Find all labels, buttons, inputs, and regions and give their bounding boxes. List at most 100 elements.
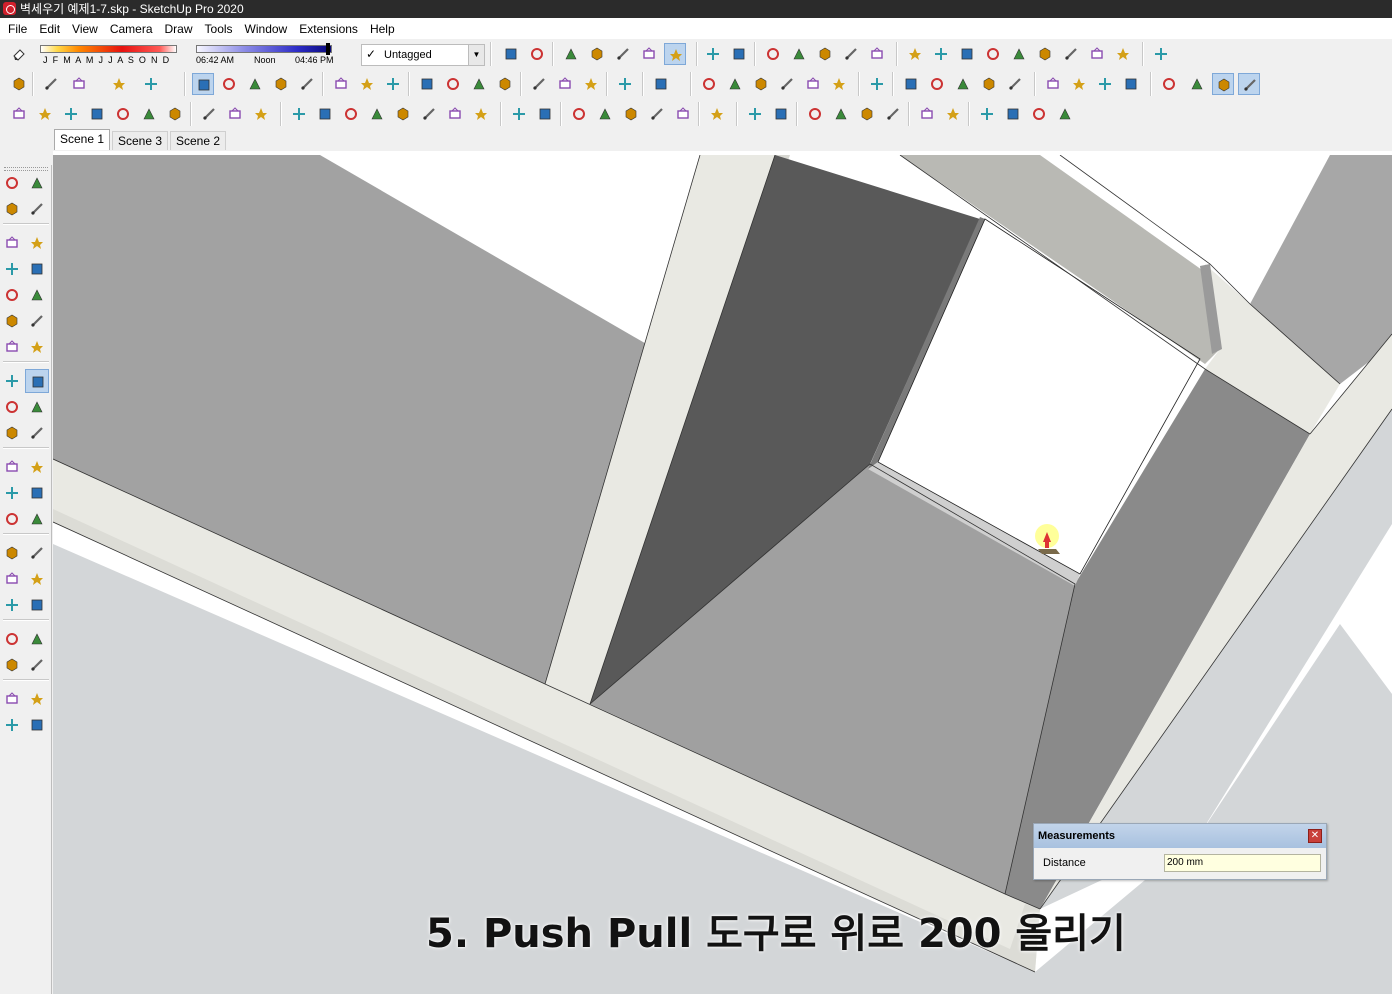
scene-tab-1[interactable]: Scene 1	[54, 129, 111, 150]
toolbar-button[interactable]	[314, 103, 336, 125]
toolbar-button[interactable]	[1042, 73, 1064, 95]
left-tool-button[interactable]	[0, 309, 24, 333]
menu-camera[interactable]: Camera	[104, 19, 159, 39]
toolbar-button[interactable]	[770, 103, 792, 125]
menu-file[interactable]: File	[2, 19, 33, 39]
toolbar-button[interactable]	[706, 103, 728, 125]
toolbar-button[interactable]	[1158, 73, 1180, 95]
toolbar-button[interactable]	[804, 103, 826, 125]
toolbar-button[interactable]	[382, 73, 404, 95]
left-tool-button[interactable]	[25, 481, 49, 505]
toolbar-button[interactable]	[470, 103, 492, 125]
toolbar-button[interactable]	[528, 73, 550, 95]
toolbar-button[interactable]	[646, 103, 668, 125]
toolbar-button[interactable]	[356, 73, 378, 95]
toolbar-button[interactable]	[534, 103, 556, 125]
left-tool-button[interactable]	[0, 257, 24, 281]
toolbar-button[interactable]	[140, 73, 162, 95]
toolbar-button[interactable]	[60, 103, 82, 125]
left-tool-button[interactable]	[0, 231, 24, 255]
toolbar-button[interactable]	[8, 73, 30, 95]
toolbar-button[interactable]	[1008, 43, 1030, 65]
toolbar-button[interactable]	[672, 103, 694, 125]
push-pull-button[interactable]	[192, 73, 214, 95]
toolbar-button[interactable]	[762, 43, 784, 65]
toolbar-button[interactable]	[554, 73, 576, 95]
toolbar-button[interactable]	[218, 73, 240, 95]
toolbar-button[interactable]	[468, 73, 490, 95]
toolbar-button[interactable]	[750, 73, 772, 95]
toolbar-button[interactable]	[1238, 73, 1260, 95]
toolbar-button[interactable]	[164, 103, 186, 125]
toolbar-button[interactable]	[1068, 73, 1090, 95]
shadow-toggle-button[interactable]	[8, 43, 30, 65]
toolbar-button[interactable]	[830, 103, 852, 125]
toolbar-button[interactable]	[1060, 43, 1082, 65]
menu-extensions[interactable]: Extensions	[293, 19, 364, 39]
left-push-pull-button[interactable]	[25, 369, 49, 393]
toolbar-button[interactable]	[866, 73, 888, 95]
toolbar-button[interactable]	[340, 103, 362, 125]
left-tool-button[interactable]	[25, 593, 49, 617]
toolbar-button[interactable]	[1002, 103, 1024, 125]
toolbar-button[interactable]	[900, 73, 922, 95]
left-tool-button[interactable]	[0, 593, 24, 617]
left-tool-button[interactable]	[0, 541, 24, 565]
toolbar-button[interactable]	[866, 43, 888, 65]
scene-tab-3[interactable]: Scene 3	[112, 131, 169, 150]
left-tool-button[interactable]	[0, 653, 24, 677]
toolbar-button[interactable]	[8, 103, 30, 125]
menu-edit[interactable]: Edit	[33, 19, 66, 39]
left-tool-button[interactable]	[25, 567, 49, 591]
toolbar-button[interactable]	[620, 103, 642, 125]
left-tool-button[interactable]	[0, 713, 24, 737]
left-tool-button[interactable]	[25, 231, 49, 255]
toolbar-button[interactable]	[638, 43, 660, 65]
toolbar-button[interactable]	[444, 103, 466, 125]
menu-view[interactable]: View	[66, 19, 104, 39]
toolbar-button[interactable]	[614, 73, 636, 95]
toolbar-button[interactable]	[802, 73, 824, 95]
toolbar-button[interactable]	[882, 103, 904, 125]
toolbar-button[interactable]	[956, 43, 978, 65]
left-tool-button[interactable]	[0, 197, 24, 221]
toolbar-button[interactable]	[1034, 43, 1056, 65]
close-icon[interactable]: ✕	[1308, 829, 1322, 843]
toolbar-button[interactable]	[1120, 73, 1142, 95]
menu-draw[interactable]: Draw	[159, 19, 199, 39]
toolbar-button[interactable]	[366, 103, 388, 125]
distance-input[interactable]: 200 mm	[1164, 854, 1321, 872]
toolbar-button[interactable]	[856, 103, 878, 125]
left-tool-button[interactable]	[0, 335, 24, 359]
toolbar-button[interactable]	[526, 43, 548, 65]
toolbar-button[interactable]	[702, 43, 724, 65]
time-slider[interactable]	[196, 45, 332, 53]
left-tool-button[interactable]	[25, 627, 49, 651]
toolbar-button[interactable]	[612, 43, 634, 65]
toolbar-button[interactable]	[744, 103, 766, 125]
toolbar-button[interactable]	[244, 73, 266, 95]
toolbar-button[interactable]	[828, 73, 850, 95]
left-tool-button[interactable]	[0, 687, 24, 711]
left-tool-button[interactable]	[25, 171, 49, 195]
toolbar-button[interactable]	[108, 73, 130, 95]
toolbar-button[interactable]	[442, 73, 464, 95]
left-tool-button[interactable]	[0, 283, 24, 307]
left-tool-button[interactable]	[25, 257, 49, 281]
left-tool-button[interactable]	[0, 455, 24, 479]
left-tool-button[interactable]	[0, 481, 24, 505]
toolbar-button[interactable]	[814, 43, 836, 65]
toolbar-button[interactable]	[40, 73, 62, 95]
left-tool-button[interactable]	[25, 507, 49, 531]
left-tool-button[interactable]	[25, 713, 49, 737]
toolbar-button[interactable]	[942, 103, 964, 125]
toolbar-button[interactable]	[1112, 43, 1134, 65]
toolbar-button[interactable]	[86, 103, 108, 125]
toolbar-button[interactable]	[916, 103, 938, 125]
menu-help[interactable]: Help	[364, 19, 401, 39]
toolbar-button[interactable]	[416, 73, 438, 95]
toolbar-button[interactable]	[1212, 73, 1234, 95]
left-tool-button[interactable]	[0, 369, 24, 393]
left-tool-button[interactable]	[25, 455, 49, 479]
left-tool-button[interactable]	[0, 171, 24, 195]
